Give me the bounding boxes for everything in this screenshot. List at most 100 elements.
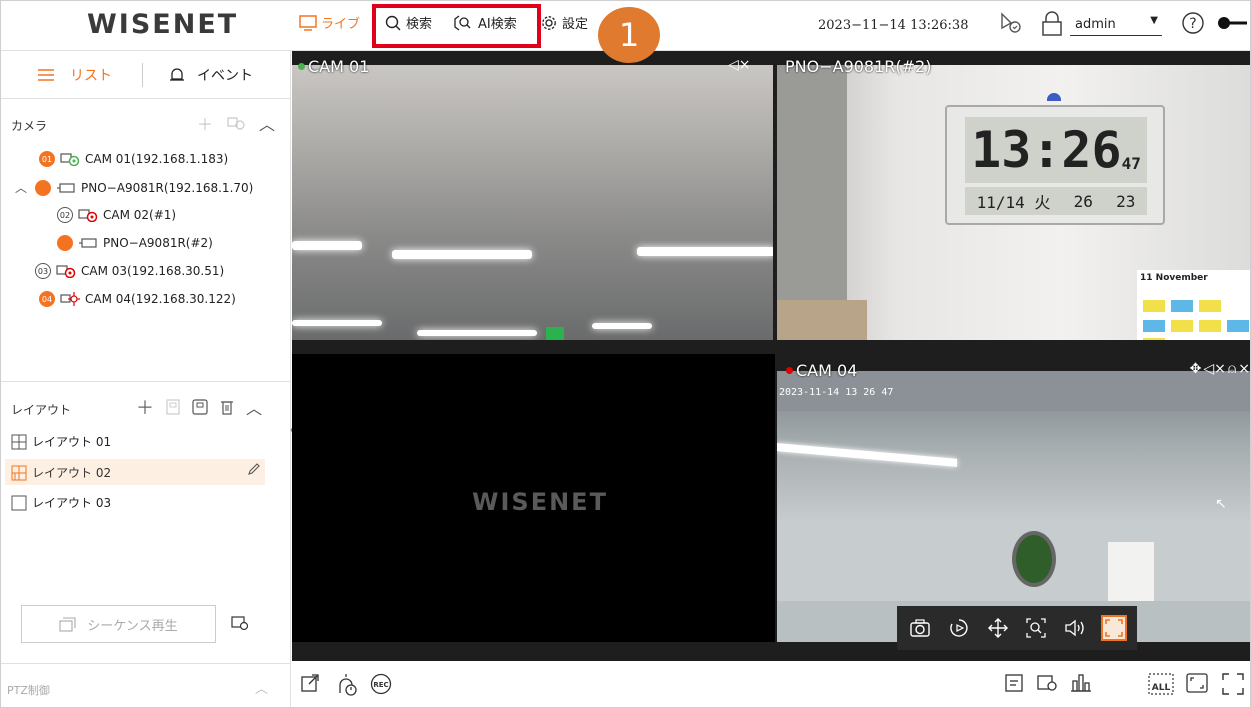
camera-group-item[interactable]: ︿ PNO−A9081R(192.168.1.70) [15,179,253,196]
event-alarm-icon[interactable] [999,11,1023,39]
chevron-up-icon[interactable]: ︿ [15,179,27,196]
fullscreen-icon[interactable] [1222,673,1244,699]
svg-text:ALL: ALL [1152,683,1171,693]
layout-item[interactable]: レイアウト 01 [11,433,111,450]
single-view-icon [11,495,27,510]
camera-item[interactable]: 02 CAM 02(#1) [57,207,176,223]
video-tile-empty[interactable]: WISENET [292,354,775,642]
camera-icon [78,209,98,222]
channel-badge: 01 [39,151,55,167]
fullscreen-tile-icon[interactable] [1100,615,1127,641]
chevron-up-icon[interactable]: ︿ [255,678,268,697]
sequence-play-button[interactable]: シーケンス再生 [21,605,216,643]
video-tile-cam04[interactable]: ↖ [777,371,1250,642]
camera-status-icon[interactable] [1036,673,1058,697]
video-grid: CAM 01 ◁× 13:26 47 11/14 火 26 23 11 Nove… [292,51,1250,661]
key-icon[interactable] [1217,15,1247,35]
tile-title: CAM 04 [786,361,857,380]
ptz-label: PTZ制御 [7,684,50,697]
wisenet-logo: WISENET [87,9,239,40]
chevron-down-icon: ▼ [1150,15,1158,26]
sidebar: リスト イベント カメラ ＋ ︿ 01 CAM 01(192.168.1.183… [1,51,297,707]
camera-label: CAM 04(192.168.30.122) [85,292,236,306]
ceiling-light [292,241,362,250]
tile-title: CAM 01 [298,57,369,76]
ptz-panel[interactable]: PTZ制御 ︿ [1,663,291,707]
tab-list[interactable]: リスト [38,65,112,85]
add-camera-icon[interactable]: ＋ [197,111,213,135]
add-layout-icon[interactable]: ＋ [136,394,154,420]
select-all-icon[interactable]: ALL [1148,673,1174,699]
osd-timestamp: 2023-11-14 13 26 47 [779,387,894,398]
tile-title-text: CAM 04 [796,361,858,380]
clock-screen: 13:26 47 [965,117,1147,183]
chevron-up-icon[interactable]: ︿ [246,395,262,419]
help-icon[interactable]: ? [1181,11,1205,39]
calendar-title: 11 November [1140,273,1208,283]
video-tile-cam01[interactable] [292,65,775,340]
user-name: admin [1075,17,1116,32]
alarm-icon[interactable]: ⍝ [1228,361,1236,377]
clock-humidity: 23 [1116,191,1136,211]
trash-icon[interactable] [220,399,234,415]
user-dropdown[interactable]: admin ▼ [1070,15,1162,36]
close-icon[interactable]: × [1238,361,1250,377]
wall-calendar: 11 November [1137,270,1250,340]
tab-event[interactable]: イベント [169,65,253,85]
save-as-layout-icon[interactable] [192,399,208,415]
digital-zoom-icon[interactable] [1023,615,1049,641]
camera-item[interactable]: 04 CAM 04(192.168.30.122) [39,291,236,307]
nav-setup[interactable]: 設定 [541,13,588,32]
sequence-settings-icon[interactable] [231,615,249,635]
save-layout-icon[interactable] [166,399,180,415]
nav-live[interactable]: ライブ [299,13,360,32]
audio-icon[interactable] [1062,615,1088,641]
tile-title-text: PNO−A9081R(#2) [785,57,932,76]
nav-setup-label: 設定 [562,17,589,32]
camera-icon [56,265,76,278]
mouse-cursor-icon: ↖ [1215,496,1227,512]
lock-icon[interactable] [1041,11,1063,41]
layout-item-selected[interactable]: レイアウト 02 [11,464,111,481]
collapse-sidebar-icon[interactable]: 〈 [281,417,297,447]
popup-icon[interactable] [300,673,320,697]
nav-live-label: ライブ [321,17,361,32]
mute-icon[interactable]: ◁× [1203,361,1226,377]
tile-controls: ✥ ◁× ⍝ × [1190,361,1250,377]
aspect-ratio-icon[interactable] [1186,673,1208,697]
wisenet-watermark: WISENET [472,488,608,516]
pan-tilt-icon[interactable] [985,615,1011,641]
current-datetime: 2023−11−14 13:26:38 [818,18,969,33]
record-icon[interactable]: REC [370,673,392,699]
camera-item[interactable]: 01 CAM 01(192.168.1.183) [39,151,228,167]
alarm-off-icon[interactable] [334,673,358,701]
mute-icon[interactable]: ◁× [728,57,751,73]
wall-light [1047,93,1061,101]
svg-text:REC: REC [373,681,388,689]
video-tile-pno-2[interactable]: 13:26 47 11/14 火 26 23 11 November [777,65,1250,340]
app-window: WISENET ライブ 検索 AI検索 設定 1 2023−11−14 13:2… [0,0,1251,708]
chevron-up-icon[interactable]: ︿ [259,111,275,135]
camera-icon [60,153,80,166]
clock-info: 11/14 火 26 23 [965,187,1147,215]
camera-label: PNO−A9081R(#2) [103,236,213,250]
calendar-cell [1227,320,1249,332]
list-icon [38,69,54,81]
snapshot-icon[interactable] [907,615,933,641]
step-number-badge: 1 [598,7,660,63]
edit-icon[interactable] [247,461,261,480]
camera-item[interactable]: PNO−A9081R(#2) [57,235,213,251]
statistics-icon[interactable] [1070,673,1092,697]
camera-item[interactable]: 03 CAM 03(192.168.30.51) [35,263,224,279]
instant-playback-icon[interactable] [946,615,972,641]
monitor-icon [299,14,317,31]
channel-dot [35,179,52,196]
camera-settings-icon[interactable] [227,116,245,130]
bottom-toolbar: REC ALL [292,661,1250,707]
svg-text:?: ? [1189,16,1196,32]
tab-divider [142,63,143,87]
event-log-icon[interactable] [1004,673,1024,697]
layout-item[interactable]: レイアウト 03 [11,494,111,511]
move-icon[interactable]: ✥ [1190,361,1202,377]
wall-clock [1012,531,1056,587]
